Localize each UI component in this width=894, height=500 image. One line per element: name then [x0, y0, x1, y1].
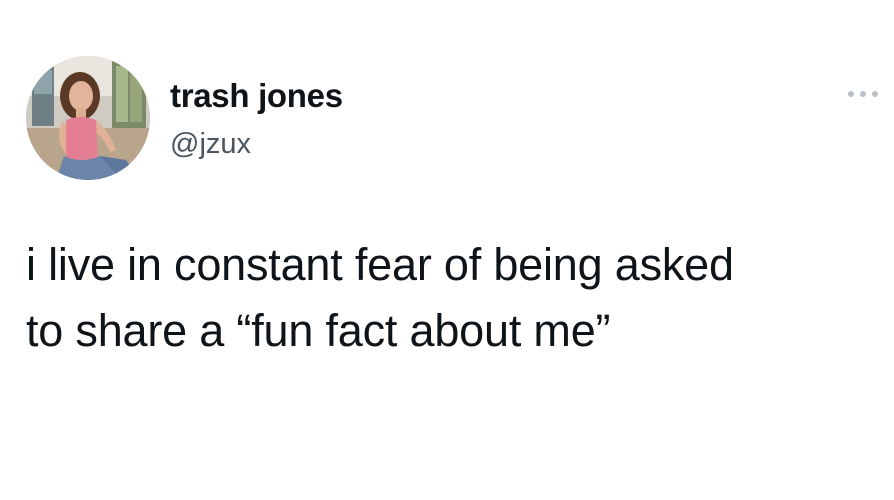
profile-photo-icon: [26, 56, 150, 180]
dot: [860, 91, 866, 97]
display-name[interactable]: trash jones: [170, 76, 343, 116]
tweet-text: i live in constant fear of being asked t…: [26, 232, 876, 364]
tweet-card: trash jones @jzux i live in constant fea…: [0, 0, 894, 500]
user-handle[interactable]: @jzux: [170, 126, 251, 162]
tweet-text-line: to share a “fun fact about me”: [26, 305, 611, 356]
dot: [872, 91, 878, 97]
more-options-icon[interactable]: [848, 86, 878, 102]
avatar[interactable]: [26, 56, 150, 180]
tweet-text-line: i live in constant fear of being asked: [26, 239, 734, 290]
dot: [848, 91, 854, 97]
